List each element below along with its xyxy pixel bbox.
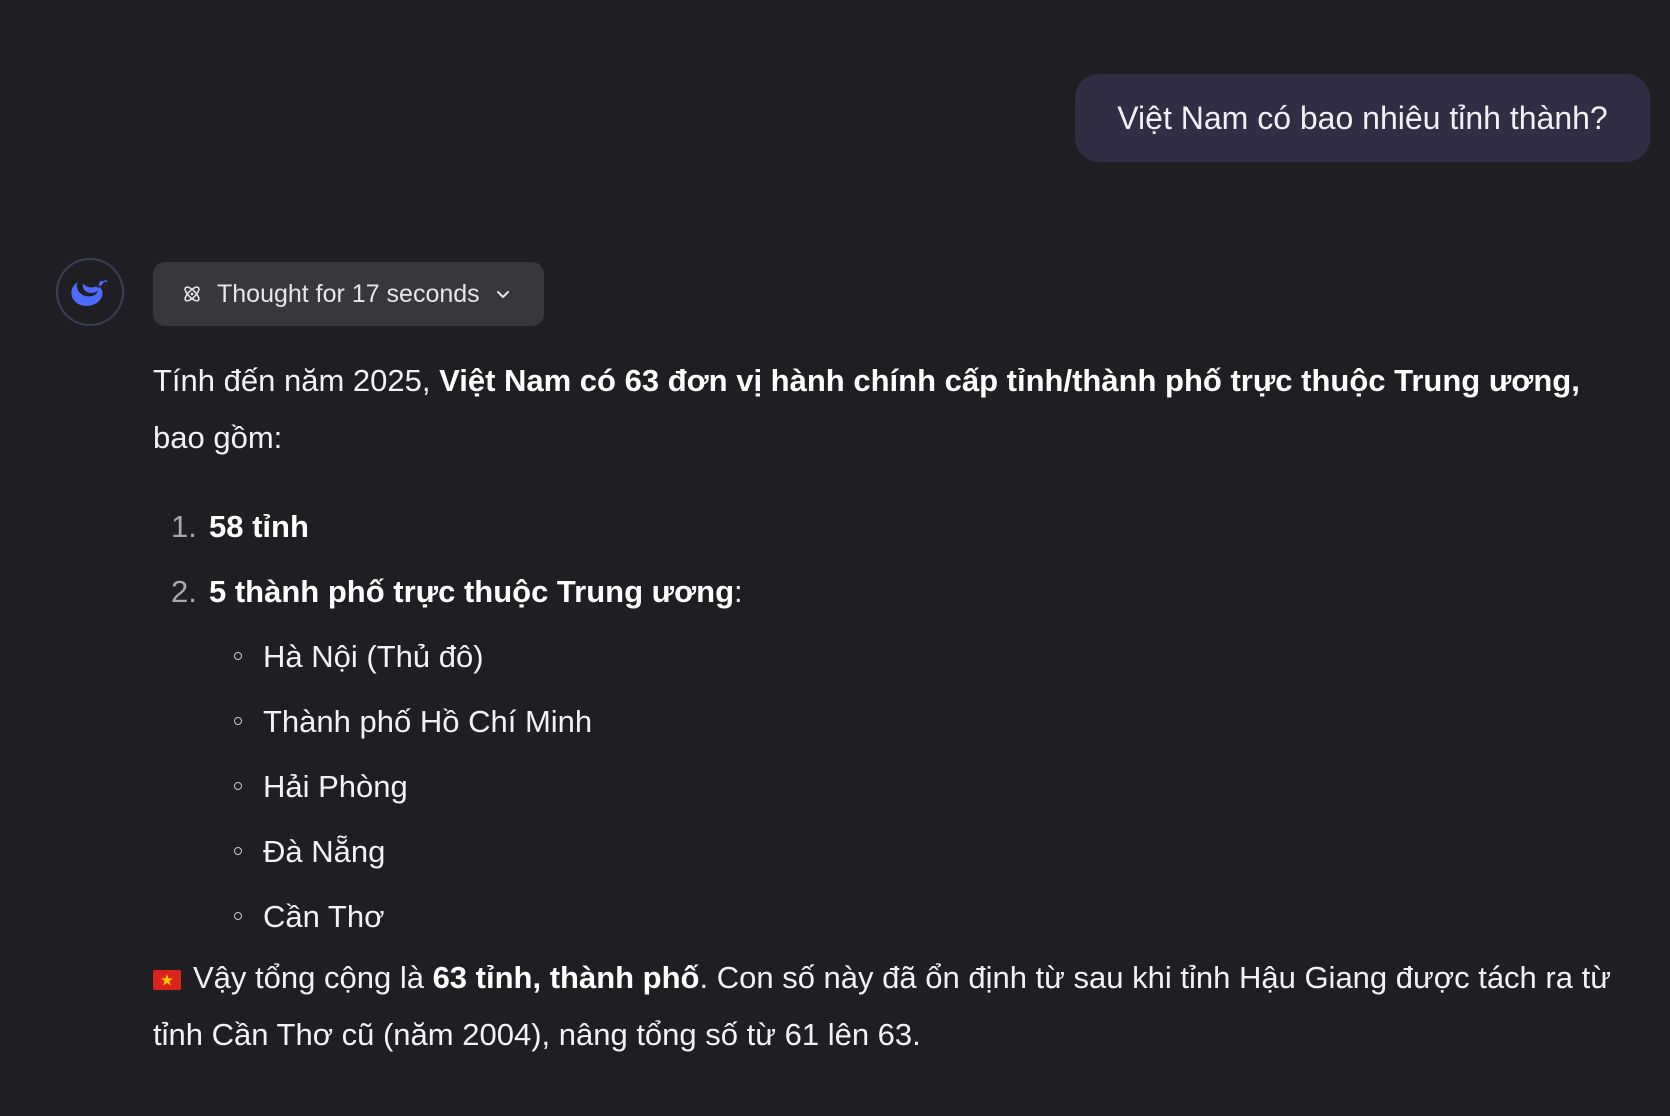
city-name: Hà Nội (Thủ đô) [263,639,484,674]
admin-units-list: 1. 58 tỉnh 2. 5 thành phố trực thuộc Tru… [153,494,1633,624]
deepseek-whale-icon [71,280,108,306]
assistant-avatar [56,258,124,326]
user-message-bubble: Việt Nam có bao nhiêu tỉnh thành? [1075,74,1650,162]
city-item: Thành phố Hồ Chí Minh [153,689,1633,754]
city-item: Hà Nội (Thủ đô) [153,624,1633,689]
list-number: 1. [171,509,197,544]
city-item: Hải Phòng [153,754,1633,819]
summary-bold: 63 tỉnh, thành phố [432,960,700,995]
list-item-suffix: : [734,574,743,609]
assistant-answer: Tính đến năm 2025, Việt Nam có 63 đơn vị… [153,352,1633,1063]
user-message-text: Việt Nam có bao nhiêu tỉnh thành? [1117,100,1608,136]
cities-list: Hà Nội (Thủ đô) Thành phố Hồ Chí Minh Hả… [153,624,1633,949]
answer-intro: Tính đến năm 2025, Việt Nam có 63 đơn vị… [153,352,1633,466]
list-number: 2. [171,574,197,609]
atom-icon [181,283,203,305]
thought-toggle-button[interactable]: Thought for 17 seconds [153,262,544,326]
list-item: 2. 5 thành phố trực thuộc Trung ương: [153,559,1633,624]
list-item: 1. 58 tỉnh [153,494,1633,559]
list-item-label: 5 thành phố trực thuộc Trung ương [209,574,735,609]
thought-toggle-label: Thought for 17 seconds [217,279,480,308]
intro-bold: Việt Nam có 63 đơn vị hành chính cấp tỉn… [439,363,1580,398]
city-name: Đà Nẵng [263,834,386,869]
vietnam-flag-icon [153,951,181,990]
answer-summary: Vậy tổng cộng là 63 tỉnh, thành phố. Con… [153,949,1633,1063]
bullet-icon [234,717,242,725]
intro-prefix: Tính đến năm 2025, [153,363,440,398]
city-item: Cần Thơ [153,884,1633,949]
bullet-icon [234,652,242,660]
chat-page: Việt Nam có bao nhiêu tỉnh thành? Though… [0,0,1670,1116]
bullet-icon [234,912,242,920]
city-name: Thành phố Hồ Chí Minh [263,704,593,739]
summary-prefix: Vậy tổng cộng là [193,960,433,995]
city-name: Cần Thơ [263,899,385,934]
bullet-icon [234,782,242,790]
chevron-down-icon [494,285,512,303]
list-item-label: 58 tỉnh [209,509,309,544]
bullet-icon [234,847,242,855]
intro-suffix: bao gồm: [153,420,283,455]
city-item: Đà Nẵng [153,819,1633,884]
city-name: Hải Phòng [263,769,408,804]
